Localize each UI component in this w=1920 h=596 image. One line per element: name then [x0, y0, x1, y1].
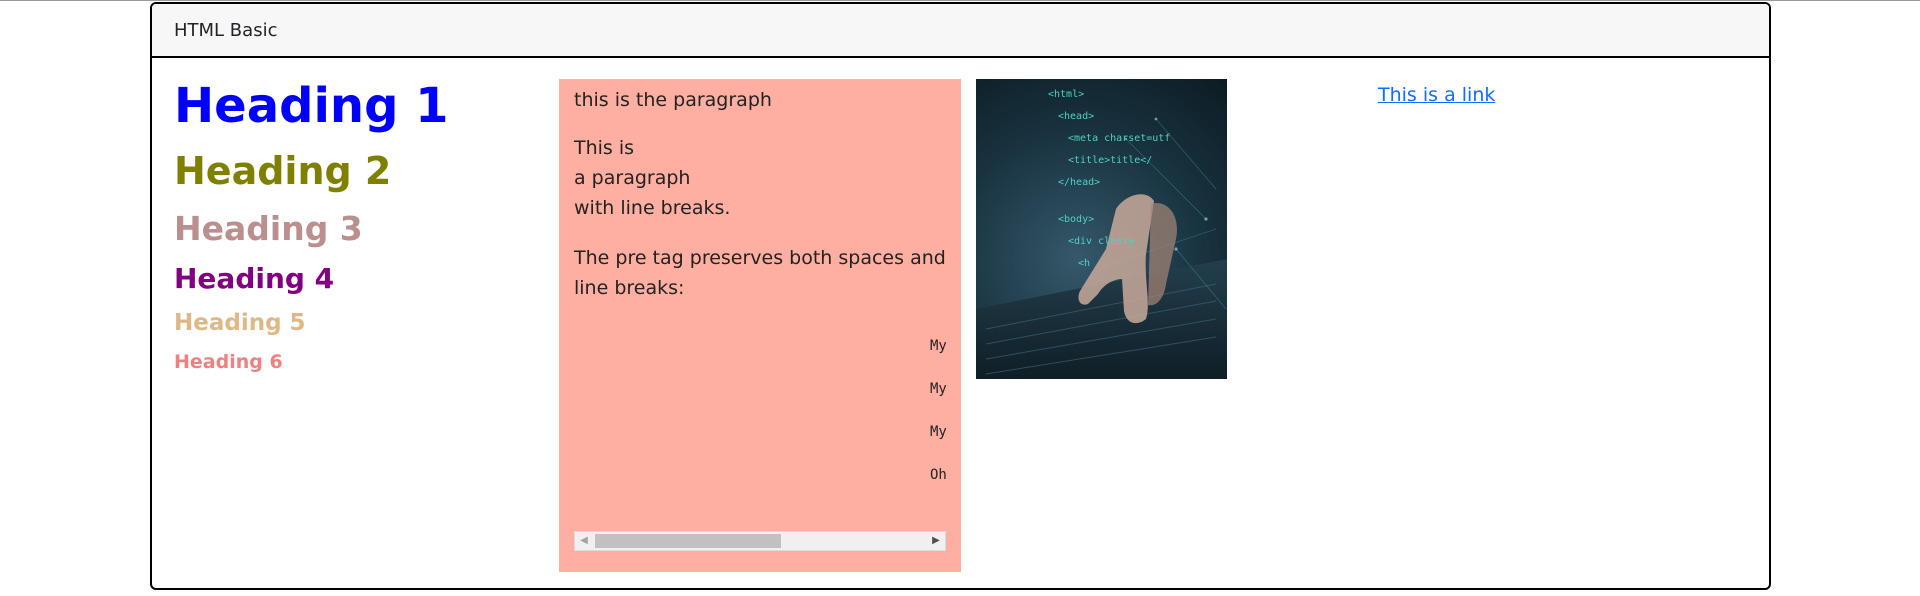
pre-text-line: My [930, 381, 946, 397]
paragraph-line: a paragraph [574, 167, 691, 189]
code-text: <div class= [1068, 236, 1135, 247]
code-text: <h [1078, 258, 1091, 269]
code-text: <meta charset=utf [1068, 133, 1171, 144]
image-art [976, 117, 1227, 379]
heading-3: Heading 3 [174, 209, 363, 248]
heading-5: Heading 5 [174, 310, 306, 336]
paragraph-plain: this is the paragraph [574, 89, 772, 111]
heading-4: Heading 4 [174, 262, 335, 295]
pre-text-line: My [930, 338, 946, 354]
heading-6: Heading 6 [174, 351, 283, 373]
code-text: </head> [1058, 177, 1101, 188]
page-title: HTML Basic [174, 19, 278, 41]
paragraph-pre-intro: The pre tag preserves both spaces and li… [574, 247, 946, 299]
scroll-right-arrow-icon[interactable]: ▶ [927, 532, 945, 550]
scroll-left-arrow-icon[interactable]: ◀ [575, 532, 593, 550]
card-header: HTML Basic [152, 4, 1769, 58]
example-link[interactable]: This is a link [1378, 84, 1495, 106]
pre-text-line: Oh [930, 467, 946, 483]
code-text: <body> [1058, 214, 1095, 225]
horizontal-scrollbar[interactable]: ◀ ▶ [574, 531, 946, 551]
code-text: <html> [1048, 89, 1085, 100]
code-text: <title>title</ [1068, 155, 1153, 166]
headings-column: Heading 1 Heading 2 Heading 3 Heading 4 … [174, 82, 449, 372]
heading-2: Heading 2 [174, 149, 392, 193]
code-text: <head> [1058, 111, 1095, 122]
heading-1: Heading 1 [174, 78, 449, 134]
pre-text-line: My [930, 424, 946, 440]
scrollbar-thumb[interactable] [595, 534, 781, 548]
paragraph-line: with line breaks. [574, 197, 731, 219]
code-laptop-image: <html> <head> <meta charset=utf <title>t… [976, 79, 1227, 379]
paragraph-line: This is [574, 137, 635, 159]
main-card: HTML Basic Heading 1 Heading 2 Heading 3… [150, 2, 1771, 590]
paragraph-line-breaks: This is a paragraph with line breaks. [574, 133, 946, 223]
paragraph-box: this is the paragraph This is a paragrap… [559, 79, 961, 572]
top-rule [0, 0, 1920, 1]
